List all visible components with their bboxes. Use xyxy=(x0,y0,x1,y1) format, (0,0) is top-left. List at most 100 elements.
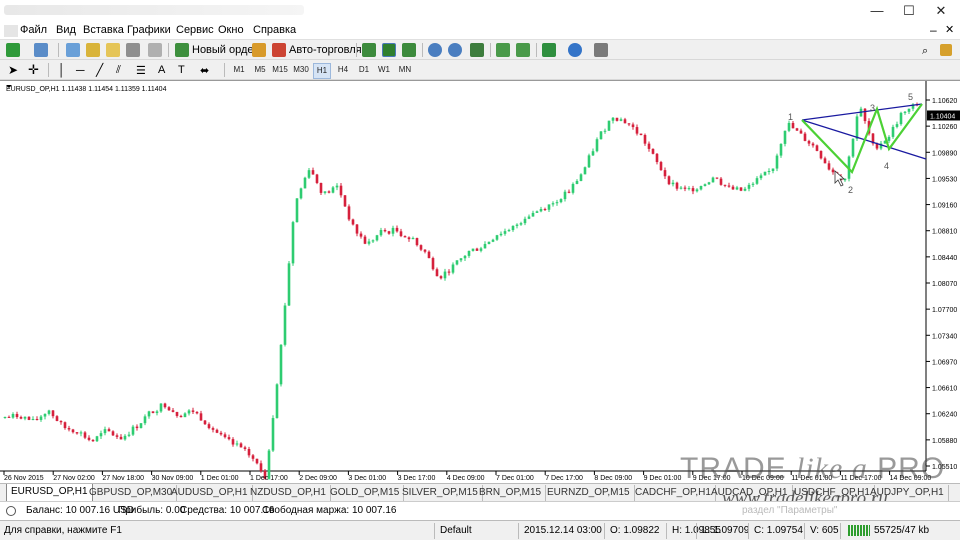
candle-body xyxy=(95,436,99,442)
new-chart-icon[interactable] xyxy=(6,43,20,57)
menu-charts[interactable]: Графики xyxy=(127,24,171,36)
line-chart-icon[interactable] xyxy=(402,43,416,57)
timeframe-m1[interactable]: M1 xyxy=(230,63,248,77)
menu-insert[interactable]: Вставка xyxy=(83,24,124,36)
terminal-icon[interactable] xyxy=(126,43,140,57)
metaeditor-icon[interactable] xyxy=(252,43,266,57)
trendline-icon[interactable]: ╱ xyxy=(96,62,103,78)
candle-body xyxy=(663,170,667,177)
chart-tab[interactable]: AUDUSD_OP,H1 xyxy=(167,485,253,501)
child-minimize-icon[interactable]: – xyxy=(930,23,937,37)
minimize-button[interactable]: — xyxy=(862,0,892,22)
chart-tab[interactable]: GBPUSD_OP,M30 xyxy=(85,485,178,501)
search-icon[interactable]: ⌕ xyxy=(922,43,928,59)
timeframe-h4[interactable]: H4 xyxy=(334,63,352,77)
chart-tab[interactable]: GOLD_OP,M15 xyxy=(326,485,405,501)
candle-body xyxy=(111,431,115,436)
connection-status-icon[interactable] xyxy=(848,525,870,536)
timeframe-w1[interactable]: W1 xyxy=(375,63,393,77)
candle-body xyxy=(399,231,403,237)
chart-tab[interactable]: NZDUSD_OP,H1 xyxy=(246,485,331,501)
price-chart[interactable]: 1 2 3 4 5 1.10404 1.10620 1.10260 1.09890 1.0953… xyxy=(0,81,960,484)
candle-body xyxy=(687,188,691,190)
candle-body xyxy=(331,187,335,193)
new-order-button[interactable]: Новый ордер xyxy=(175,42,260,58)
chart-tab[interactable]: BRN_OP,M15 xyxy=(475,485,547,501)
price-tick-label: 1.09530 xyxy=(932,176,957,183)
timeframe-h1[interactable]: H1 xyxy=(313,63,331,79)
candle-body xyxy=(251,455,255,459)
chart-tab[interactable]: EURUSD_OP,H1 xyxy=(6,484,93,502)
candle-body xyxy=(187,410,191,414)
notification-icon[interactable] xyxy=(940,44,952,56)
candle-body xyxy=(895,124,899,127)
time-tick-label: 7 Dec 01:00 xyxy=(496,475,534,482)
candle-body xyxy=(691,188,695,192)
zoom-in-icon[interactable] xyxy=(428,43,442,57)
candle-body xyxy=(803,133,807,141)
fibonacci-icon[interactable]: ☰ xyxy=(136,62,146,78)
crosshair-icon[interactable]: ✛ xyxy=(28,62,39,78)
chart-shift-icon[interactable] xyxy=(496,43,510,57)
candle-body xyxy=(595,139,599,152)
candle-body xyxy=(799,130,803,134)
menu-file[interactable]: Файл xyxy=(20,24,47,36)
candle-body xyxy=(719,178,723,185)
timeframe-m15[interactable]: M15 xyxy=(271,63,289,77)
child-close-icon[interactable]: ✕ xyxy=(945,23,954,36)
candle-body xyxy=(151,411,155,414)
periods-icon[interactable] xyxy=(568,43,582,57)
candle-body xyxy=(671,182,675,185)
menu-tools[interactable]: Сервис xyxy=(176,24,214,36)
zoom-out-icon[interactable] xyxy=(448,43,462,57)
close-button[interactable]: ✕ xyxy=(926,0,956,22)
timeframe-d1[interactable]: D1 xyxy=(355,63,373,77)
profiles-icon[interactable] xyxy=(34,43,48,57)
candle-body xyxy=(603,130,607,132)
maximize-button[interactable]: ☐ xyxy=(894,0,924,22)
strategy-tester-icon[interactable] xyxy=(148,43,162,57)
timeframe-m5[interactable]: M5 xyxy=(251,63,269,77)
price-tick-label: 1.08440 xyxy=(932,255,957,262)
price-tick-label: 1.06240 xyxy=(932,412,957,419)
auto-scroll-icon[interactable] xyxy=(516,43,530,57)
auto-trading-icon xyxy=(272,43,286,57)
timeframe-mn[interactable]: MN xyxy=(396,63,414,77)
vertical-line-icon[interactable]: │ xyxy=(58,62,66,78)
candle-body xyxy=(743,188,747,191)
horizontal-line-icon[interactable]: ─ xyxy=(76,62,85,78)
menu-view[interactable]: Вид xyxy=(56,24,76,36)
candle-body xyxy=(47,410,51,414)
status-profile[interactable]: Default xyxy=(440,521,472,540)
app-menu-icon[interactable] xyxy=(4,25,18,37)
channel-icon[interactable]: ⫽ xyxy=(116,62,121,78)
menu-help[interactable]: Справка xyxy=(253,24,296,36)
chart-window[interactable]: 1 2 3 4 5 1.10404 1.10620 1.10260 1.09890 1.0953… xyxy=(0,80,960,483)
templates-icon[interactable] xyxy=(594,43,608,57)
chart-tab[interactable]: EURNZD_OP,M15 xyxy=(543,485,635,501)
market-watch-icon[interactable] xyxy=(66,43,80,57)
candle-body xyxy=(851,138,855,157)
text-label-icon[interactable]: T xyxy=(178,62,185,78)
candle-body xyxy=(415,238,419,246)
candle-body xyxy=(235,443,239,445)
data-window-icon[interactable] xyxy=(86,43,100,57)
text-icon[interactable]: A xyxy=(158,62,165,78)
drawing-toolbar: ➤ ✛ │ ─ ╱ ⫽ ☰ A T ⬌ M1 M5 M15 M30 H1 H4 … xyxy=(0,60,960,80)
menu-window[interactable]: Окно xyxy=(218,24,244,36)
chart-tab[interactable]: CADCHF_OP,H1 xyxy=(631,485,716,501)
chart-tab[interactable]: SILVER_OP,M15 xyxy=(398,485,483,501)
auto-trading-button[interactable]: Авто-торговля xyxy=(272,42,362,58)
cursor-icon[interactable]: ➤ xyxy=(8,62,18,78)
bar-chart-icon[interactable] xyxy=(362,43,376,57)
candle-body xyxy=(127,434,131,436)
candle-body xyxy=(499,233,503,236)
arrows-icon[interactable]: ⬌ xyxy=(200,62,209,78)
candlesticks-icon[interactable] xyxy=(382,43,396,57)
candle-body xyxy=(19,417,23,419)
timeframe-m30[interactable]: M30 xyxy=(292,63,310,77)
candle-body xyxy=(383,230,387,232)
tile-windows-icon[interactable] xyxy=(470,43,484,57)
navigator-icon[interactable] xyxy=(106,43,120,57)
indicators-icon[interactable] xyxy=(542,43,556,57)
